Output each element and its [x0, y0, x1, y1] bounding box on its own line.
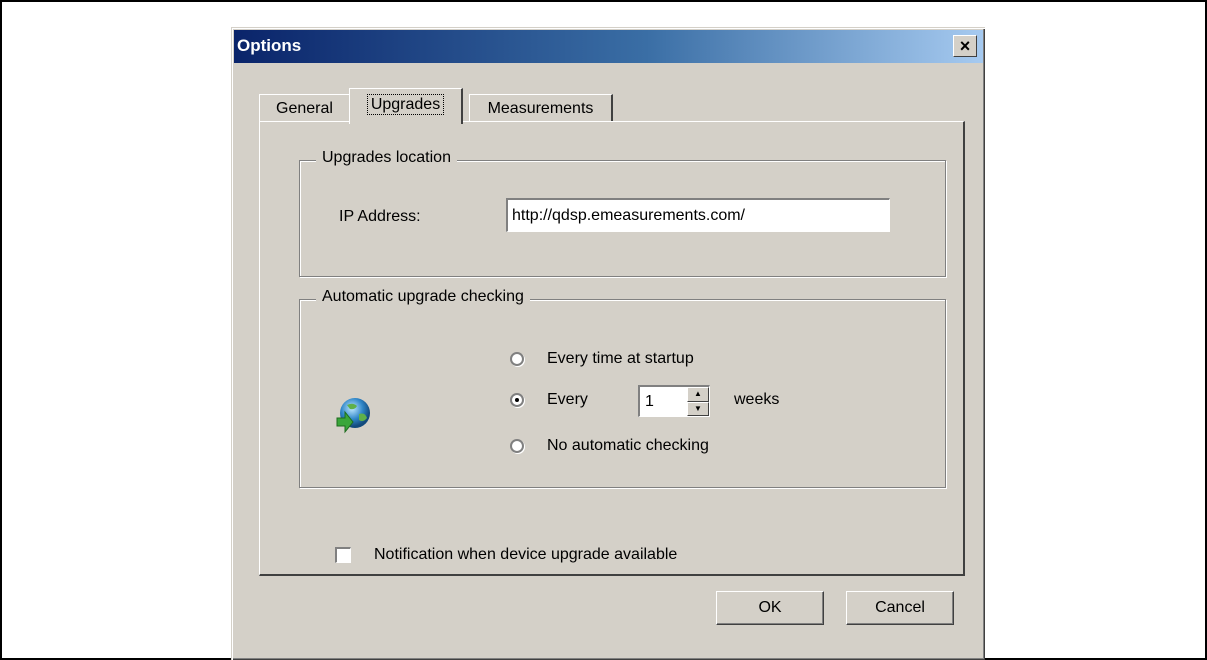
screenshot-frame: Options × General Upgrades Measurements …	[0, 0, 1207, 660]
automatic-checking-group: Automatic upgrade checking Every time at…	[299, 288, 946, 488]
tab-measurements-label: Measurements	[487, 100, 594, 117]
spinner-down-button[interactable]: ▼	[687, 401, 709, 416]
radio-no-checking-circle[interactable]	[510, 439, 524, 453]
close-button[interactable]: ×	[953, 35, 977, 57]
interval-spinner[interactable]: 1 ▲ ▼	[638, 385, 710, 417]
spinner-buttons: ▲ ▼	[687, 387, 709, 416]
options-dialog: Options × General Upgrades Measurements …	[231, 27, 985, 660]
triangle-up-icon: ▲	[694, 389, 702, 398]
tab-upgrades-label: Upgrades	[366, 94, 445, 115]
title-bar[interactable]: Options ×	[234, 30, 983, 63]
interval-value[interactable]: 1	[645, 393, 654, 411]
interval-unit-label: weeks	[734, 391, 780, 408]
automatic-checking-legend: Automatic upgrade checking	[316, 288, 530, 306]
radio-every-interval-label: Every	[547, 391, 588, 408]
ok-button[interactable]: OK	[716, 591, 824, 625]
triangle-down-icon: ▼	[694, 403, 702, 413]
tab-measurements[interactable]: Measurements	[469, 94, 613, 122]
radio-no-checking-label: No automatic checking	[547, 437, 709, 454]
notification-label: Notification when device upgrade availab…	[374, 546, 678, 563]
radio-every-startup-circle[interactable]	[510, 352, 524, 366]
cancel-button[interactable]: Cancel	[846, 591, 954, 625]
radio-every-interval-circle[interactable]	[510, 393, 524, 407]
tab-general-label: General	[276, 100, 333, 117]
upgrades-location-legend: Upgrades location	[316, 149, 457, 167]
dialog-title: Options	[237, 36, 302, 55]
spinner-up-button[interactable]: ▲	[687, 387, 709, 402]
ip-address-label: IP Address:	[339, 208, 421, 225]
close-icon: ×	[959, 36, 971, 56]
tab-general[interactable]: General	[259, 94, 351, 122]
ip-address-input[interactable]	[506, 198, 890, 232]
tab-panel-upgrades: Upgrades location IP Address: Automatic …	[259, 121, 965, 576]
upgrades-location-group: Upgrades location IP Address:	[299, 149, 946, 277]
radio-every-startup-label: Every time at startup	[547, 350, 694, 367]
tab-upgrades[interactable]: Upgrades	[349, 88, 463, 124]
globe-download-icon	[336, 398, 370, 434]
notification-checkbox[interactable]	[335, 547, 351, 563]
